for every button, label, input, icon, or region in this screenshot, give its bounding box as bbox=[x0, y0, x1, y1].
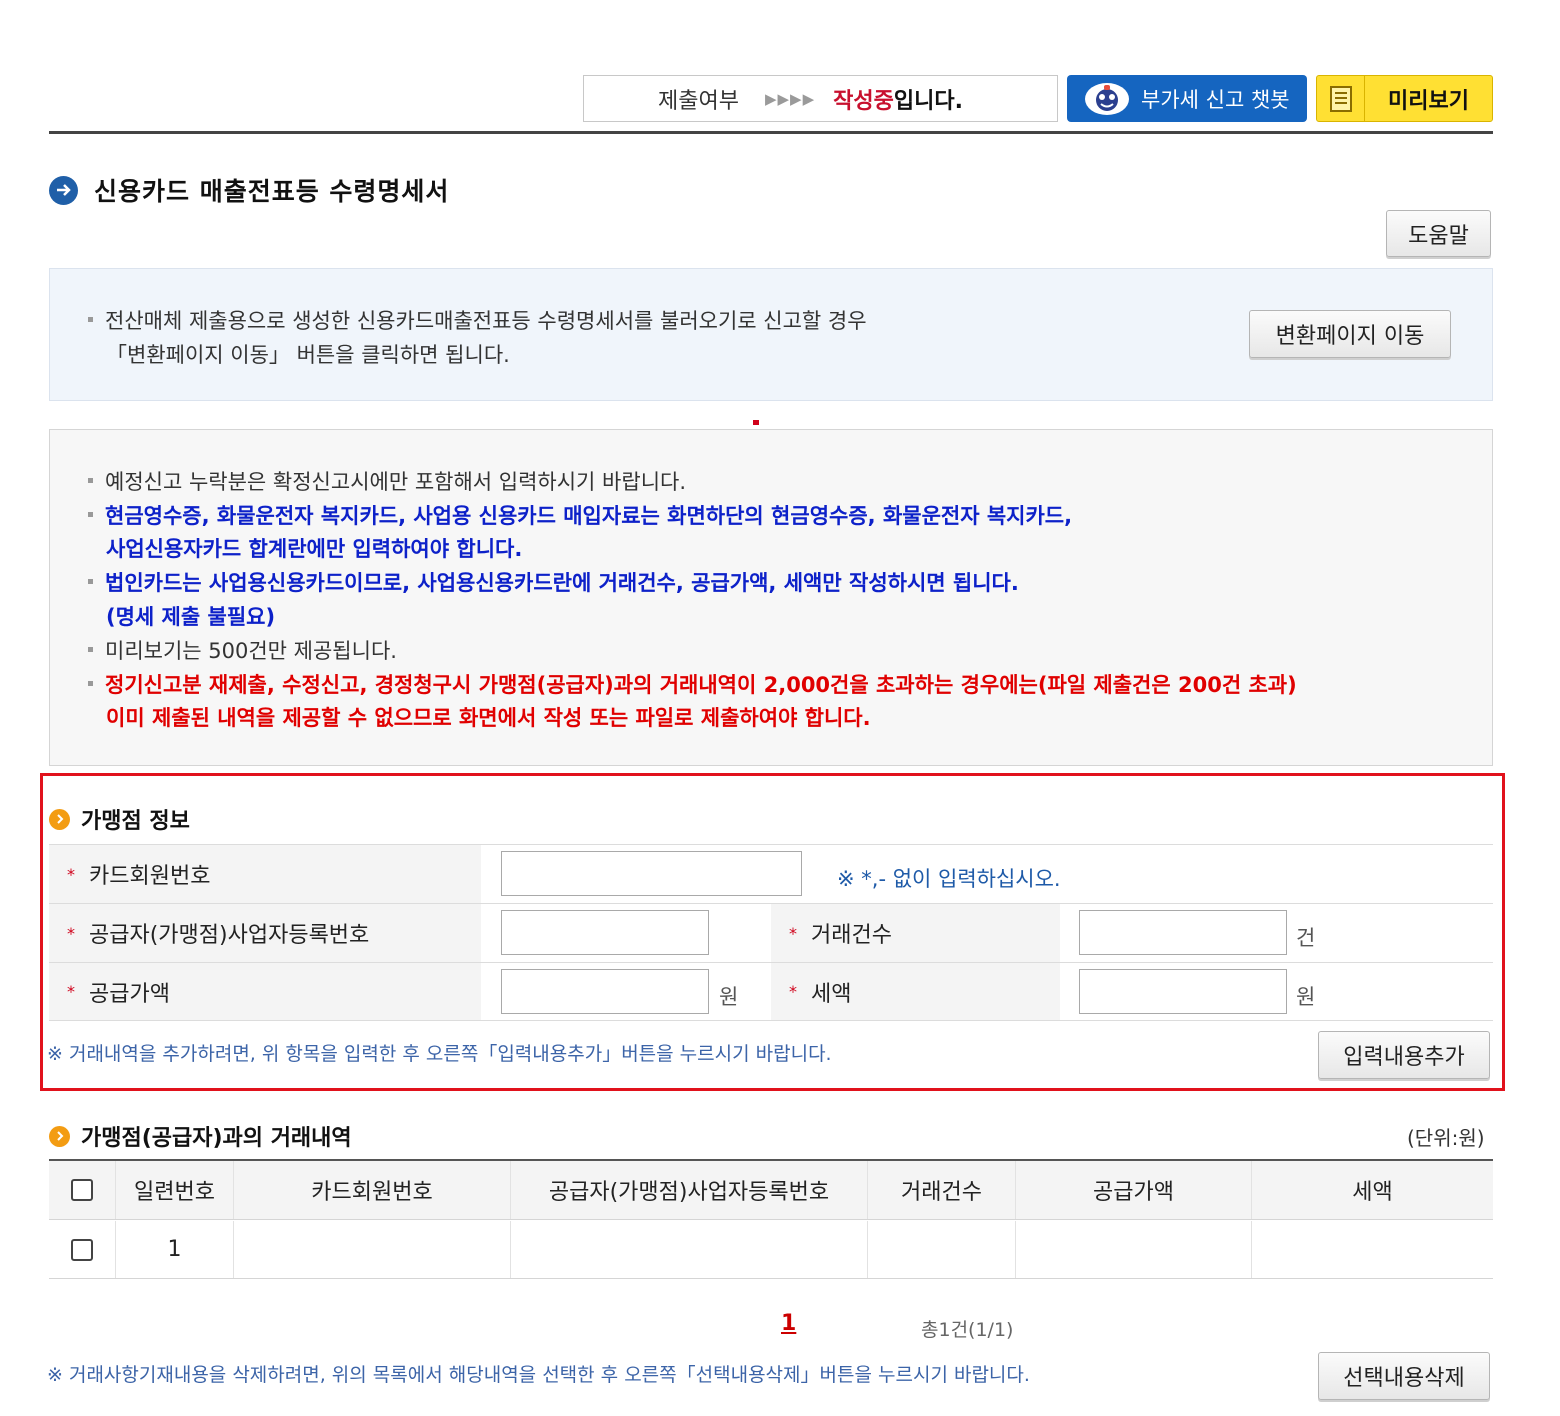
total-count: 총1건(1/1) bbox=[921, 1319, 1014, 1341]
notice-3-cont: (명세 제출 불필요) bbox=[106, 605, 276, 629]
supply-amount-label: * 공급가액 bbox=[49, 963, 481, 1020]
select-all-checkbox[interactable] bbox=[71, 1179, 93, 1201]
unit-label: (단위:원) bbox=[1407, 1126, 1485, 1150]
tax-amount-input[interactable] bbox=[1079, 969, 1287, 1014]
notice-2: 현금영수증, 화물운전자 복지카드, 사업용 신용카드 매입자료는 화면하단의 … bbox=[88, 500, 1072, 530]
transactions-heading: 가맹점(공급자)과의 거래내역 bbox=[49, 1120, 352, 1152]
page-title: 신용카드 매출전표등 수령명세서 bbox=[94, 177, 450, 206]
table-row: 1 bbox=[49, 1221, 1493, 1279]
table-header: 일련번호 카드회원번호 공급자(가맹점)사업자등록번호 거래건수 공급가액 세액 bbox=[49, 1161, 1493, 1220]
chevron-right-icon bbox=[49, 1125, 70, 1147]
submission-status: 제출여부 ▶▶▶▶ 작성중 입니다. bbox=[583, 75, 1058, 122]
convert-page-button[interactable]: 변환페이지 이동 bbox=[1249, 310, 1451, 358]
notice-3: 법인카드는 사업용신용카드이므로, 사업용신용카드란에 거래건수, 공급가액, … bbox=[88, 567, 1019, 597]
row-card-number bbox=[234, 1221, 511, 1278]
row-seq: 1 bbox=[116, 1221, 234, 1278]
col-business-number: 공급자(가맹점)사업자등록번호 bbox=[511, 1161, 868, 1219]
delete-entry-note: ※ 거래사항기재내용을 삭제하려면, 위의 목록에서 해당내역을 선택한 후 오… bbox=[47, 1364, 1030, 1386]
col-card-number: 카드회원번호 bbox=[234, 1161, 511, 1219]
col-seq: 일련번호 bbox=[116, 1161, 234, 1219]
help-button[interactable]: 도움말 bbox=[1386, 210, 1491, 257]
row-supply bbox=[1016, 1221, 1252, 1278]
arrow-right-circle-icon bbox=[49, 175, 78, 205]
pagination-page[interactable]: 1 bbox=[781, 1311, 796, 1336]
status-suffix: 입니다. bbox=[893, 88, 963, 114]
preview-label: 미리보기 bbox=[1388, 88, 1469, 114]
info-line-1: 전산매체 제출용으로 생성한 신용카드매출전표등 수령명세서를 불러오기로 신고… bbox=[88, 305, 867, 335]
page-title-row: 신용카드 매출전표등 수령명세서 bbox=[49, 172, 449, 208]
notice-2-cont: 사업신용자카드 합계란에만 입력하여야 합니다. bbox=[106, 537, 523, 561]
status-arrows: ▶▶▶▶ bbox=[764, 89, 816, 108]
info-line-2: 「변환페이지 이동」 버튼을 클릭하면 됩니다. bbox=[106, 343, 510, 367]
chatbot-label: 부가세 신고 챗봇 bbox=[1141, 87, 1290, 112]
add-entry-note: ※ 거래내역을 추가하려면, 위 항목을 입력한 후 오른쪽「입력내용추가」버튼… bbox=[47, 1043, 832, 1065]
transaction-count-label: * 거래건수 bbox=[771, 904, 1060, 962]
col-count: 거래건수 bbox=[868, 1161, 1016, 1219]
row-tax bbox=[1252, 1221, 1493, 1278]
chevron-right-icon bbox=[49, 808, 70, 830]
preview-button[interactable]: 미리보기 bbox=[1316, 75, 1493, 122]
add-entry-button[interactable]: 입력내용추가 bbox=[1318, 1031, 1490, 1079]
tax-unit: 원 bbox=[1296, 985, 1316, 1009]
notice-4: 미리보기는 500건만 제공됩니다. bbox=[88, 635, 397, 665]
header-divider bbox=[49, 131, 1493, 134]
business-number-label: * 공급자(가맹점)사업자등록번호 bbox=[49, 904, 481, 962]
status-state: 작성중 bbox=[833, 88, 894, 114]
business-number-row: * 공급자(가맹점)사업자등록번호 * 거래건수 건 bbox=[49, 903, 1493, 962]
card-number-hint: ※ *,- 없이 입력하십시오. bbox=[837, 867, 1061, 891]
chatbot-icon bbox=[1083, 81, 1131, 117]
transaction-count-input[interactable] bbox=[1079, 910, 1287, 955]
amount-row: * 공급가액 원 * 세액 원 bbox=[49, 962, 1493, 1021]
col-supply: 공급가액 bbox=[1016, 1161, 1252, 1219]
status-label: 제출여부 bbox=[658, 88, 739, 114]
notice-5-cont: 이미 제출된 내역을 제공할 수 없으므로 화면에서 작성 또는 파일로 제출하… bbox=[106, 706, 871, 730]
document-icon bbox=[1317, 76, 1365, 121]
business-number-input[interactable] bbox=[501, 910, 709, 955]
count-unit: 건 bbox=[1296, 926, 1316, 950]
row-checkbox[interactable] bbox=[71, 1238, 93, 1261]
row-business-number bbox=[511, 1221, 868, 1278]
card-number-input[interactable] bbox=[501, 851, 802, 896]
supply-amount-input[interactable] bbox=[501, 969, 709, 1014]
vat-chatbot-button[interactable]: 부가세 신고 챗봇 bbox=[1067, 75, 1307, 122]
notice-5: 정기신고분 재제출, 수정신고, 경정청구시 가맹점(공급자)과의 거래내역이 … bbox=[88, 669, 1297, 699]
tax-amount-label: * 세액 bbox=[771, 963, 1060, 1020]
supply-unit: 원 bbox=[719, 985, 739, 1009]
delete-selected-button[interactable]: 선택내용삭제 bbox=[1318, 1352, 1490, 1400]
row-select-cell bbox=[49, 1221, 116, 1278]
card-number-label: * 카드회원번호 bbox=[49, 845, 481, 903]
card-number-row: * 카드회원번호 ※ *,- 없이 입력하십시오. bbox=[49, 844, 1493, 903]
merchant-info-heading: 가맹점 정보 bbox=[49, 803, 190, 835]
red-marker bbox=[753, 420, 759, 425]
col-tax: 세액 bbox=[1352, 1180, 1393, 1205]
notice-1: 예정신고 누락분은 확정신고시에만 포함해서 입력하시기 바랍니다. bbox=[88, 466, 686, 496]
select-all-cell bbox=[49, 1161, 116, 1219]
notice-box: 예정신고 누락분은 확정신고시에만 포함해서 입력하시기 바랍니다. 현금영수증… bbox=[49, 429, 1493, 766]
row-count bbox=[868, 1221, 1016, 1278]
